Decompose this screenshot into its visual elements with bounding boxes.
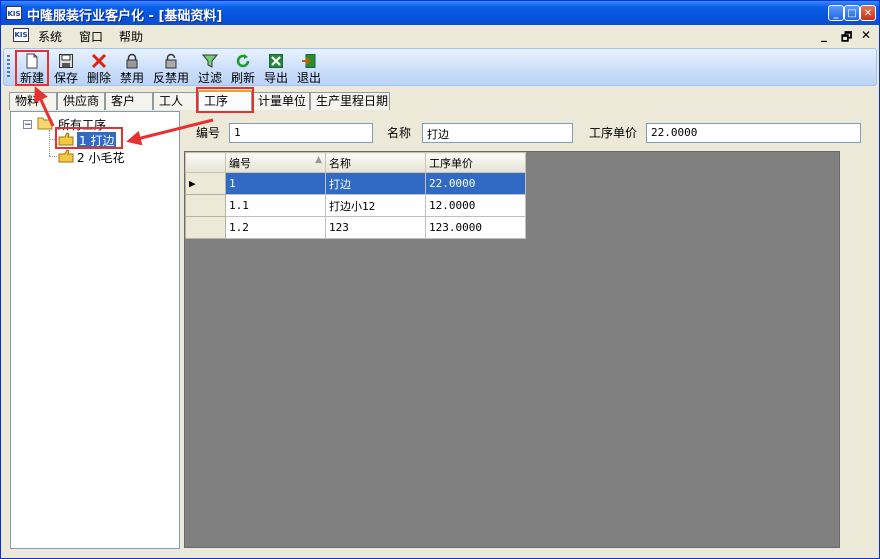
disable-label: 禁用 bbox=[119, 71, 144, 85]
delete-button[interactable]: 删除 bbox=[85, 51, 113, 85]
title-bar[interactable]: KIS 中隆服装行业客户化 - [基础资料] _ □ ✕ bbox=[1, 1, 879, 25]
exit-label: 退出 bbox=[296, 71, 321, 85]
detail-panel: 编号 1 名称 打边 工序单价 22.0000 编号 ▲ 名称 工序单价 ▶ 1 … bbox=[182, 111, 870, 549]
save-button[interactable]: 保存 bbox=[52, 51, 80, 85]
enable-label: 反禁用 bbox=[152, 71, 189, 85]
menu-window[interactable]: 窗口 bbox=[79, 28, 103, 45]
refresh-button[interactable]: 刷新 bbox=[229, 51, 257, 85]
column-header-name[interactable]: 名称 bbox=[325, 152, 426, 173]
annotation-box-tree-node bbox=[55, 127, 123, 149]
row-header-corner bbox=[185, 152, 226, 173]
table-row[interactable]: ▶ 1 打边 22.0000 bbox=[185, 172, 526, 195]
save-disk-icon bbox=[59, 54, 73, 68]
cell-name[interactable]: 打边 bbox=[325, 172, 426, 195]
tab-production-date[interactable]: 生产里程日期 bbox=[310, 92, 390, 110]
unlock-icon bbox=[165, 53, 177, 69]
cell-price[interactable]: 123.0000 bbox=[425, 216, 526, 239]
table-header-row: 编号 ▲ 名称 工序单价 bbox=[185, 152, 526, 173]
tab-worker[interactable]: 工人 bbox=[153, 92, 197, 110]
delete-x-icon bbox=[91, 53, 107, 69]
cell-code[interactable]: 1.1 bbox=[225, 194, 326, 217]
refresh-icon bbox=[236, 54, 250, 68]
refresh-label: 刷新 bbox=[230, 71, 255, 85]
cell-code[interactable]: 1.2 bbox=[225, 216, 326, 239]
column-code-label: 编号 bbox=[229, 156, 251, 170]
close-button[interactable]: ✕ bbox=[860, 5, 876, 21]
tree-node-2[interactable]: 2 小毛花 bbox=[77, 149, 124, 166]
column-header-price[interactable]: 工序单价 bbox=[425, 152, 526, 173]
process-table: 编号 ▲ 名称 工序单价 ▶ 1 打边 22.0000 1.1 打边小12 12.… bbox=[185, 152, 526, 239]
mdi-restore-button[interactable]: 🗗 bbox=[841, 28, 852, 49]
tab-material[interactable]: 物料 bbox=[9, 92, 57, 110]
row-indicator-icon[interactable]: ▶ bbox=[185, 172, 226, 195]
cell-price[interactable]: 12.0000 bbox=[425, 194, 526, 217]
annotation-box-new bbox=[15, 50, 49, 86]
toolbar-grip[interactable] bbox=[7, 55, 10, 79]
window-title: 中隆服装行业客户化 - [基础资料] bbox=[27, 9, 223, 24]
price-label: 工序单价 bbox=[589, 126, 638, 140]
toolbar: 新建 保存 删除 禁用 反禁用 过滤 刷新 导出 退出 bbox=[3, 48, 877, 86]
tab-customer[interactable]: 客户 bbox=[105, 92, 153, 110]
tab-supplier[interactable]: 供应商 bbox=[57, 92, 105, 110]
menu-help[interactable]: 帮助 bbox=[119, 28, 143, 45]
lock-icon bbox=[126, 53, 138, 69]
minimize-button[interactable]: _ bbox=[828, 5, 844, 21]
column-header-code[interactable]: 编号 ▲ bbox=[225, 152, 326, 173]
save-label: 保存 bbox=[53, 71, 78, 85]
code-field[interactable]: 1 bbox=[229, 123, 373, 143]
menu-system[interactable]: 系统 bbox=[38, 28, 62, 45]
price-field[interactable]: 22.0000 bbox=[646, 123, 861, 143]
maximize-button[interactable]: □ bbox=[844, 5, 860, 21]
filter-icon bbox=[202, 54, 218, 68]
main-window: KIS 中隆服装行业客户化 - [基础资料] _ □ ✕ KIS 系统 窗口 帮… bbox=[0, 0, 880, 559]
process-hand-icon bbox=[58, 149, 74, 163]
tab-strip: 物料 供应商 客户 工人 工序 计量单位 生产里程日期 bbox=[1, 90, 879, 112]
code-label: 编号 bbox=[196, 126, 221, 140]
table-row[interactable]: 1.1 打边小12 12.0000 bbox=[185, 194, 526, 217]
cell-code[interactable]: 1 bbox=[225, 172, 326, 195]
filter-label: 过滤 bbox=[197, 71, 222, 85]
export-label: 导出 bbox=[263, 71, 288, 85]
name-label: 名称 bbox=[387, 126, 412, 140]
disable-button[interactable]: 禁用 bbox=[118, 51, 146, 85]
collapse-icon[interactable]: − bbox=[23, 120, 32, 130]
tab-unit[interactable]: 计量单位 bbox=[252, 92, 310, 110]
cell-name[interactable]: 打边小12 bbox=[325, 194, 426, 217]
mdi-app-icon[interactable]: KIS bbox=[13, 28, 29, 42]
menu-bar: KIS 系统 窗口 帮助 _ 🗗 ✕ bbox=[1, 25, 879, 47]
enable-button[interactable]: 反禁用 bbox=[152, 51, 190, 85]
delete-label: 删除 bbox=[86, 71, 111, 85]
mdi-minimize-button[interactable]: _ bbox=[821, 28, 827, 42]
process-grid[interactable]: 编号 ▲ 名称 工序单价 ▶ 1 打边 22.0000 1.1 打边小12 12.… bbox=[184, 151, 840, 548]
export-button[interactable]: 导出 bbox=[262, 51, 290, 85]
exit-door-icon bbox=[302, 54, 316, 68]
exit-button[interactable]: 退出 bbox=[295, 51, 323, 85]
excel-export-icon bbox=[269, 54, 283, 68]
row-header[interactable] bbox=[185, 194, 226, 217]
cell-name[interactable]: 123 bbox=[325, 216, 426, 239]
table-row[interactable]: 1.2 123 123.0000 bbox=[185, 216, 526, 239]
cell-price[interactable]: 22.0000 bbox=[425, 172, 526, 195]
app-logo-icon: KIS bbox=[6, 6, 22, 20]
mdi-close-button[interactable]: ✕ bbox=[861, 28, 871, 42]
annotation-box-process-tab bbox=[196, 87, 254, 113]
filter-button[interactable]: 过滤 bbox=[196, 51, 224, 85]
row-header[interactable] bbox=[185, 216, 226, 239]
name-field[interactable]: 打边 bbox=[422, 123, 573, 143]
sort-asc-icon: ▲ bbox=[315, 154, 322, 165]
process-tree[interactable]: − 所有工序 1 打边 2 小毛花 bbox=[10, 111, 180, 549]
folder-open-icon bbox=[37, 117, 53, 130]
